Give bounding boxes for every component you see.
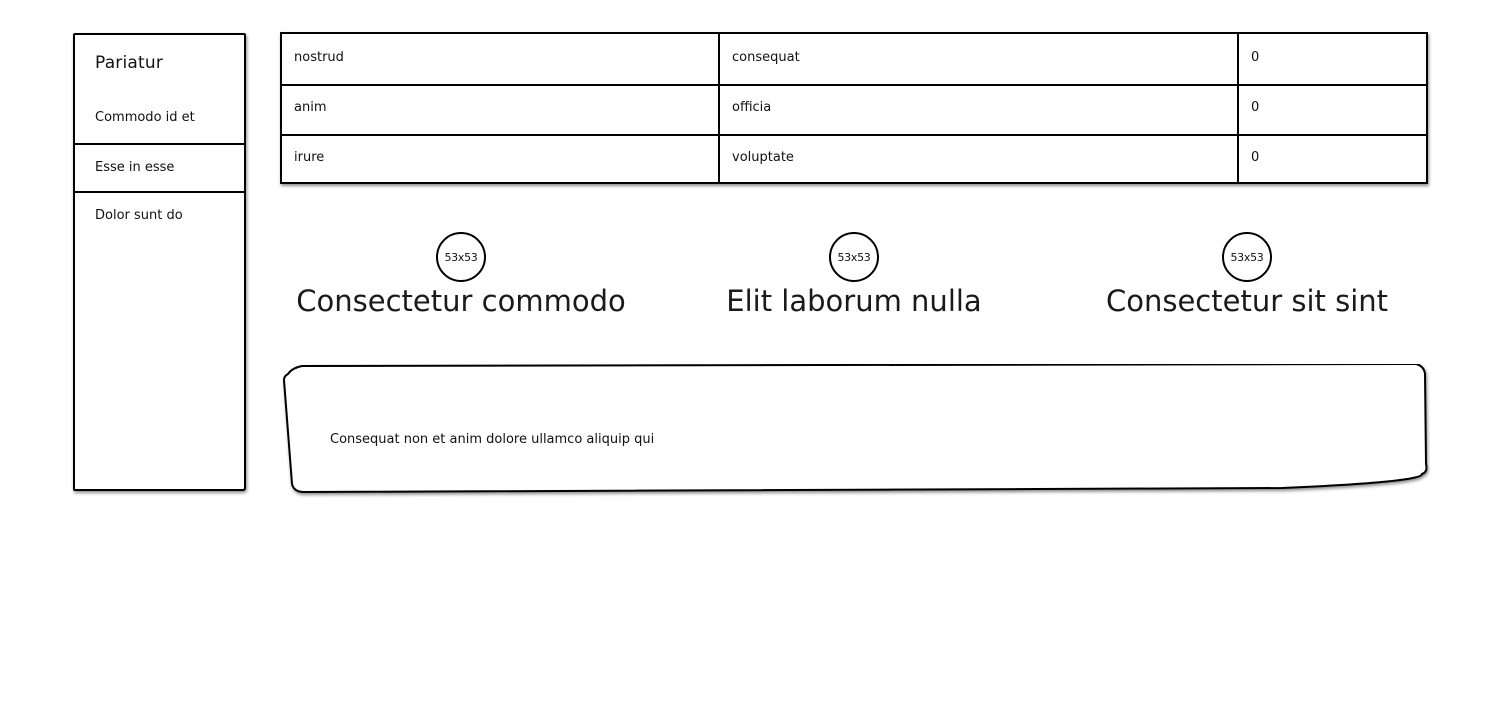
sidebar-item-commodo-id-et[interactable]: Commodo id et (75, 93, 244, 143)
sidebar: Pariatur Commodo id et Esse in esse Dolo… (73, 33, 246, 491)
table-cell: voluptate (720, 136, 1239, 184)
text-panel: Consequat non et anim dolore ullamco ali… (282, 364, 1428, 494)
cell-text: voluptate (732, 150, 794, 165)
image-placeholder-icon: 53x53 (436, 232, 486, 282)
table-cell: nostrud (282, 34, 720, 84)
panel-text: Consequat non et anim dolore ullamco ali… (330, 432, 655, 447)
cell-text: irure (294, 150, 325, 165)
image-placeholder-icon: 53x53 (1222, 232, 1272, 282)
table-cell: 0 (1239, 136, 1428, 184)
table-row[interactable]: nostrud consequat 0 (282, 34, 1426, 84)
image-placeholder-icon: 53x53 (829, 232, 879, 282)
cell-text: 0 (1251, 50, 1260, 65)
table-cell: 0 (1239, 86, 1428, 134)
feature-heading: Elit laborum nulla (726, 284, 982, 318)
sidebar-item-dolor-sunt-do[interactable]: Dolor sunt do (75, 193, 244, 243)
cell-text: consequat (732, 50, 800, 65)
table-cell: anim (282, 86, 720, 134)
feature-item: 53x53 Elit laborum nulla (664, 232, 1044, 332)
table-cell: consequat (720, 34, 1239, 84)
table-row[interactable]: irure voluptate 0 (282, 134, 1426, 184)
table-cell: officia (720, 86, 1239, 134)
cell-text: anim (294, 100, 327, 115)
sidebar-item-label: Dolor sunt do (95, 208, 183, 223)
feature-item: 53x53 Consectetur commodo (271, 232, 651, 332)
cell-text: nostrud (294, 50, 344, 65)
table-row[interactable]: anim officia 0 (282, 84, 1426, 134)
cell-text: officia (732, 100, 772, 115)
feature-item: 53x53 Consectetur sit sint (1057, 232, 1437, 332)
sidebar-title: Pariatur (95, 53, 164, 73)
table-cell: irure (282, 136, 720, 184)
cell-text: 0 (1251, 150, 1260, 165)
feature-heading: Consectetur commodo (296, 284, 626, 318)
feature-heading: Consectetur sit sint (1105, 284, 1389, 318)
sidebar-item-label: Commodo id et (95, 110, 195, 125)
sidebar-item-label: Esse in esse (95, 160, 175, 175)
sidebar-item-esse-in-esse[interactable]: Esse in esse (75, 143, 244, 193)
cell-text: 0 (1251, 100, 1260, 115)
data-table: nostrud consequat 0 anim officia 0 irure… (280, 32, 1428, 184)
panel-border (282, 364, 1428, 494)
table-cell: 0 (1239, 34, 1428, 84)
